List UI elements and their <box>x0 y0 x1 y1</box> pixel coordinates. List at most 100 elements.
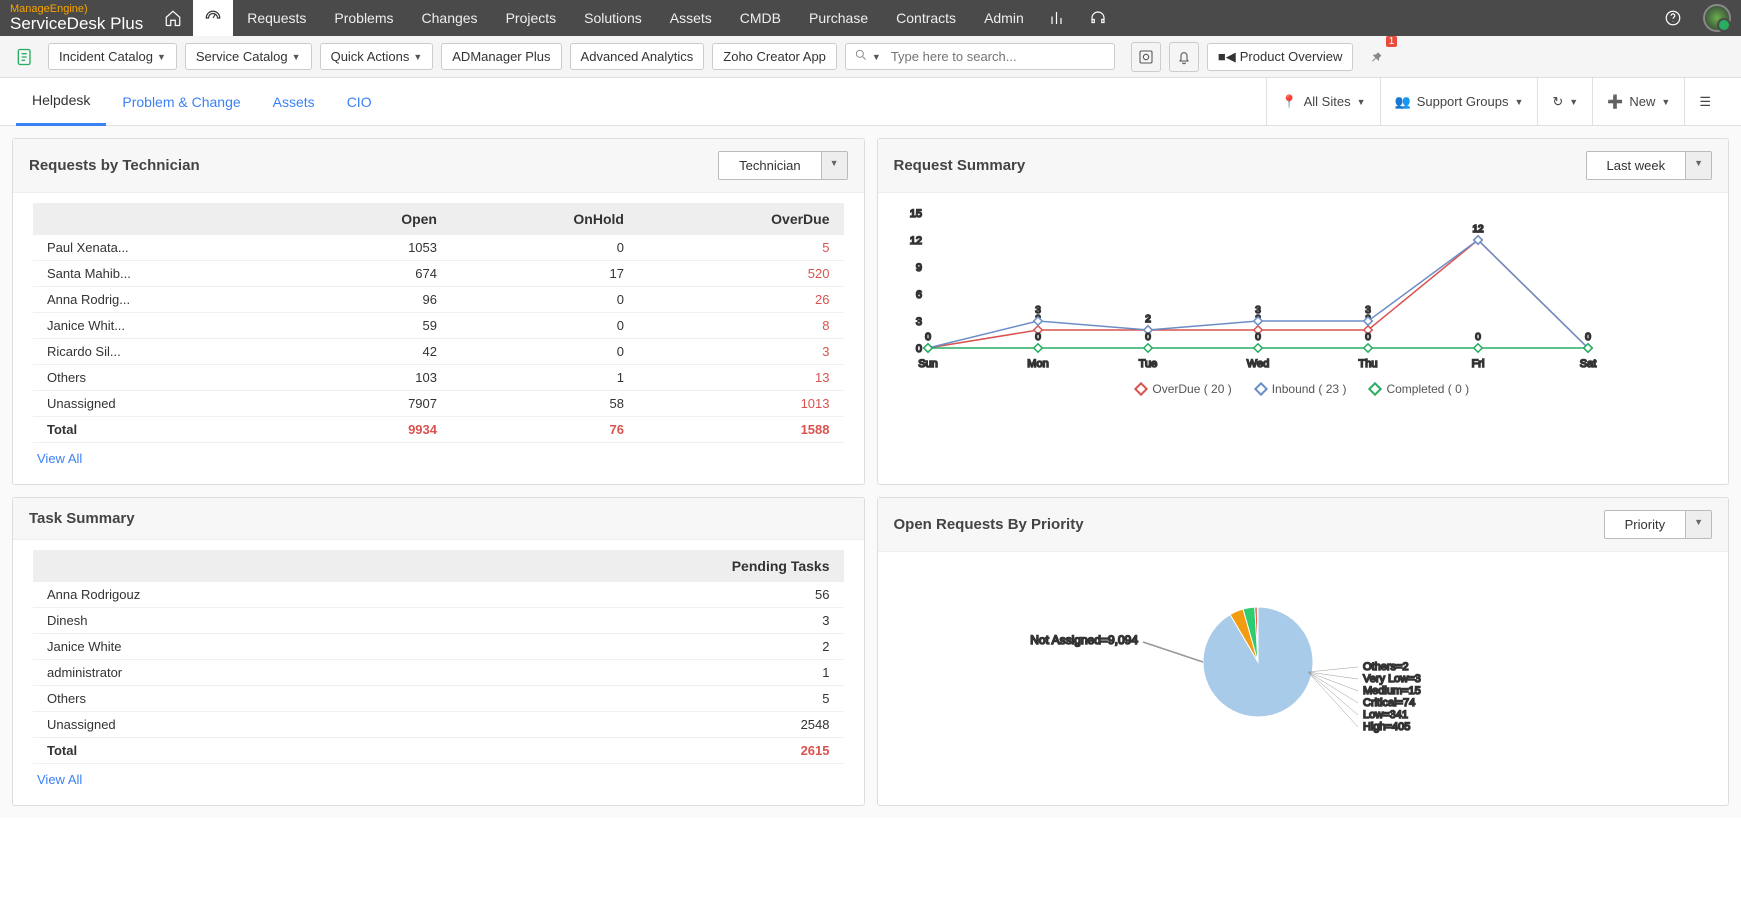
total-row: Total 2615 <box>33 738 844 764</box>
help-icon[interactable] <box>1653 0 1693 36</box>
chevron-down-icon: ▼ <box>157 52 166 62</box>
support-groups-dropdown[interactable]: 👥Support Groups▼ <box>1380 78 1538 126</box>
svg-text:3: 3 <box>1035 305 1041 316</box>
legend-completed[interactable]: Completed ( 0 ) <box>1370 382 1469 396</box>
period-dropdown[interactable]: Last week▼ <box>1586 151 1712 180</box>
svg-text:Low=341: Low=341 <box>1363 709 1408 721</box>
view-all-link[interactable]: View All <box>33 443 86 474</box>
toolbar: Incident Catalog▼ Service Catalog▼ Quick… <box>0 36 1741 78</box>
nav-contracts[interactable]: Contracts <box>882 0 970 36</box>
notification-icon[interactable] <box>1169 42 1199 72</box>
svg-text:Wed: Wed <box>1246 358 1268 370</box>
nav-solutions[interactable]: Solutions <box>570 0 656 36</box>
svg-text:Mon: Mon <box>1027 358 1048 370</box>
svg-text:0: 0 <box>1585 332 1591 343</box>
tab-problem-change[interactable]: Problem & Change <box>106 78 256 126</box>
svg-text:12: 12 <box>1472 224 1484 235</box>
table-row: Ricardo Sil...4203 <box>33 339 844 365</box>
col-open: Open <box>299 203 451 235</box>
tab-cio[interactable]: CIO <box>331 78 388 126</box>
svg-text:Critical=74: Critical=74 <box>1363 697 1415 709</box>
pin-badge: 1 <box>1386 36 1398 47</box>
svg-text:0: 0 <box>1255 332 1261 343</box>
nav-assets[interactable]: Assets <box>656 0 726 36</box>
dashboard-icon[interactable] <box>193 0 233 36</box>
nav-requests[interactable]: Requests <box>233 0 320 36</box>
chevron-down-icon: ▼ <box>1569 97 1578 107</box>
pin-icon[interactable]: 1 <box>1361 42 1391 72</box>
search-box[interactable]: ▼ <box>845 43 1115 70</box>
priority-pie-chart: Not Assigned=9,094Others=2Very Low=3Medi… <box>898 562 1598 762</box>
home-icon[interactable] <box>153 0 193 36</box>
nav-projects[interactable]: Projects <box>492 0 571 36</box>
legend-inbound[interactable]: Inbound ( 23 ) <box>1256 382 1347 396</box>
zoho-button[interactable]: Zoho Creator App <box>712 43 837 70</box>
nav-cmdb[interactable]: CMDB <box>726 0 795 36</box>
svg-text:3: 3 <box>1255 305 1261 316</box>
svg-text:0: 0 <box>915 343 921 355</box>
tab-helpdesk[interactable]: Helpdesk <box>16 78 106 126</box>
col-overdue: OverDue <box>638 203 844 235</box>
brand-line2: ServiceDesk Plus <box>10 15 143 34</box>
table-row: Others103113 <box>33 365 844 391</box>
nav-purchase[interactable]: Purchase <box>795 0 882 36</box>
dashboard-grid: Requests by Technician Technician▼ Open … <box>0 126 1741 818</box>
admanager-button[interactable]: ADManager Plus <box>441 43 561 70</box>
refresh-dropdown[interactable]: ↻▼ <box>1537 78 1592 126</box>
analytics-button[interactable]: Advanced Analytics <box>570 43 705 70</box>
search-input[interactable] <box>885 49 1106 64</box>
new-request-icon[interactable] <box>10 42 40 72</box>
table-row: Unassigned2548 <box>33 712 844 738</box>
table-row: Dinesh3 <box>33 608 844 634</box>
nav-problems[interactable]: Problems <box>320 0 407 36</box>
table-row: Janice Whit...5908 <box>33 313 844 339</box>
svg-text:Medium=15: Medium=15 <box>1363 685 1421 697</box>
product-overview-button[interactable]: ■◀ Product Overview <box>1207 43 1353 71</box>
chevron-down-icon: ▼ <box>1685 152 1711 179</box>
open-requests-priority-card: Open Requests By Priority Priority▼ Not … <box>877 497 1730 806</box>
reports-icon[interactable] <box>1038 0 1078 36</box>
card-title: Open Requests By Priority <box>894 516 1084 533</box>
svg-text:Others=2: Others=2 <box>1363 661 1409 673</box>
technician-table: Open OnHold OverDue Paul Xenata...105305… <box>33 203 844 443</box>
svg-text:Sun: Sun <box>918 358 938 370</box>
svg-text:9: 9 <box>915 262 921 274</box>
svg-text:Very Low=3: Very Low=3 <box>1363 673 1421 685</box>
table-row: Others5 <box>33 686 844 712</box>
user-avatar[interactable] <box>1703 4 1731 32</box>
svg-text:Thu: Thu <box>1358 358 1377 370</box>
chevron-down-icon[interactable]: ▼ <box>872 52 881 62</box>
group-icon: 👥 <box>1395 94 1411 110</box>
legend-overdue[interactable]: OverDue ( 20 ) <box>1136 382 1231 396</box>
pin-location-icon: 📍 <box>1281 94 1297 110</box>
technician-dropdown[interactable]: Technician▼ <box>718 151 847 180</box>
diamond-icon <box>1254 382 1268 396</box>
scanner-icon[interactable] <box>1131 42 1161 72</box>
menu-icon[interactable]: ☰ <box>1684 78 1725 126</box>
table-row: Anna Rodrigouz56 <box>33 582 844 608</box>
all-sites-dropdown[interactable]: 📍All Sites▼ <box>1266 78 1379 126</box>
brand-line1: ManageEngine <box>10 3 84 15</box>
service-catalog-dropdown[interactable]: Service Catalog▼ <box>185 43 312 70</box>
new-dropdown[interactable]: ➕New▼ <box>1592 78 1684 126</box>
incident-catalog-dropdown[interactable]: Incident Catalog▼ <box>48 43 177 70</box>
quick-actions-dropdown[interactable]: Quick Actions▼ <box>320 43 434 70</box>
tab-assets[interactable]: Assets <box>257 78 331 126</box>
card-title: Requests by Technician <box>29 157 200 174</box>
headset-icon[interactable] <box>1078 0 1118 36</box>
chevron-down-icon: ▼ <box>1514 97 1523 107</box>
nav-changes[interactable]: Changes <box>408 0 492 36</box>
chevron-down-icon: ▼ <box>821 152 847 179</box>
chevron-down-icon: ▼ <box>1357 97 1366 107</box>
task-summary-card: Task Summary Pending Tasks Anna Rodrigou… <box>12 497 865 806</box>
priority-dropdown[interactable]: Priority▼ <box>1604 510 1712 539</box>
svg-text:0: 0 <box>925 332 931 343</box>
card-title: Request Summary <box>894 157 1026 174</box>
svg-text:6: 6 <box>915 289 921 301</box>
svg-text:High=405: High=405 <box>1363 721 1410 733</box>
table-row: Unassigned7907581013 <box>33 391 844 417</box>
refresh-icon: ↻ <box>1552 94 1563 110</box>
view-all-link[interactable]: View All <box>33 764 86 795</box>
nav-admin[interactable]: Admin <box>970 0 1038 36</box>
svg-text:3: 3 <box>1365 305 1371 316</box>
